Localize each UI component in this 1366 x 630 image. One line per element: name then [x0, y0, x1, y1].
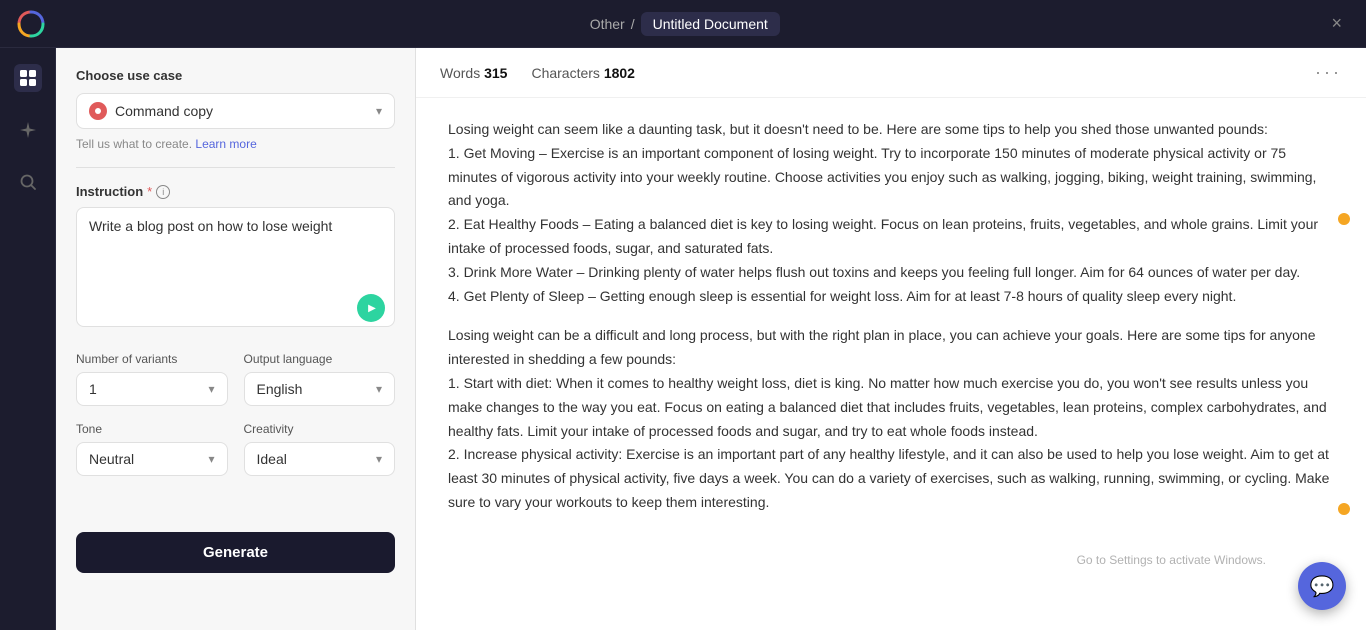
article-paragraph-1: Losing weight can seem like a daunting t… — [448, 118, 1334, 308]
main-layout: Choose use case Command copy ▾ Tell us w… — [0, 48, 1366, 630]
output-language-value: English — [257, 381, 303, 397]
breadcrumb-separator: / — [631, 16, 635, 32]
use-case-value: Command copy — [115, 103, 213, 119]
learn-more-link[interactable]: Learn more — [195, 137, 256, 151]
choose-use-case-label: Choose use case — [76, 68, 395, 83]
sidebar-icon-grid[interactable] — [14, 64, 42, 92]
instruction-info-icon[interactable]: i — [156, 185, 170, 199]
send-button[interactable] — [357, 294, 385, 322]
creativity-label: Creativity — [244, 422, 396, 436]
close-button[interactable]: × — [1323, 9, 1350, 38]
left-panel: Choose use case Command copy ▾ Tell us w… — [56, 48, 416, 630]
characters-label: Characters — [531, 65, 599, 81]
topbar-center: Other / Untitled Document — [590, 12, 780, 36]
topbar-left — [16, 9, 46, 39]
sidebar-icon-search[interactable] — [14, 168, 42, 196]
app-logo — [16, 9, 46, 39]
controls-row-1: Number of variants 1 ▾ Output language E… — [76, 352, 395, 406]
article-paragraph-2: Losing weight can be a difficult and lon… — [448, 324, 1334, 514]
tone-chevron-icon: ▾ — [208, 452, 214, 466]
document-title: Untitled Document — [641, 12, 780, 36]
tone-label: Tone — [76, 422, 228, 436]
creativity-chevron-icon: ▾ — [376, 452, 382, 466]
output-language-label: Output language — [244, 352, 396, 366]
characters-count: 1802 — [604, 65, 635, 81]
words-label: Words — [440, 65, 480, 81]
required-star: * — [147, 184, 152, 199]
orange-dot-2 — [1338, 503, 1350, 515]
variants-select[interactable]: 1 ▾ — [76, 372, 228, 406]
variants-control: Number of variants 1 ▾ — [76, 352, 228, 406]
creativity-value: Ideal — [257, 451, 287, 467]
more-options-button[interactable]: ··· — [1315, 62, 1342, 83]
use-case-chevron-icon: ▾ — [376, 104, 382, 118]
divider-1 — [76, 167, 395, 168]
breadcrumb-other: Other — [590, 16, 625, 32]
article-content: Losing weight can seem like a daunting t… — [416, 98, 1366, 630]
topbar: Other / Untitled Document × — [0, 0, 1366, 48]
output-language-control: Output language English ▾ — [244, 352, 396, 406]
right-content: Words 315 Characters 1802 ··· Losing wei… — [416, 48, 1366, 630]
chat-bubble-button[interactable] — [1298, 562, 1346, 610]
instruction-textarea[interactable] — [76, 207, 395, 327]
variants-value: 1 — [89, 381, 97, 397]
instruction-label: Instruction — [76, 184, 143, 199]
use-case-select-left: Command copy — [89, 102, 213, 120]
windows-watermark: Go to Settings to activate Windows. — [1077, 550, 1266, 570]
tone-control: Tone Neutral ▾ — [76, 422, 228, 476]
icon-sidebar — [0, 48, 56, 630]
variants-label: Number of variants — [76, 352, 228, 366]
tone-select[interactable]: Neutral ▾ — [76, 442, 228, 476]
language-chevron-icon: ▾ — [376, 382, 382, 396]
instruction-row: Instruction * i — [76, 184, 395, 199]
orange-dot-1 — [1338, 213, 1350, 225]
stats-bar: Words 315 Characters 1802 ··· — [416, 48, 1366, 98]
output-language-select[interactable]: English ▾ — [244, 372, 396, 406]
generate-button[interactable]: Generate — [76, 532, 395, 573]
characters-stat: Characters 1802 — [531, 65, 635, 81]
tone-value: Neutral — [89, 451, 134, 467]
creativity-select[interactable]: Ideal ▾ — [244, 442, 396, 476]
controls-row-2: Tone Neutral ▾ Creativity Ideal ▾ — [76, 422, 395, 476]
sidebar-icon-sparkle[interactable] — [14, 116, 42, 144]
words-stat: Words 315 — [440, 65, 507, 81]
use-case-select[interactable]: Command copy ▾ — [76, 93, 395, 129]
textarea-wrapper — [76, 207, 395, 332]
tell-us-text: Tell us what to create. Learn more — [76, 137, 395, 151]
variants-chevron-icon: ▾ — [208, 382, 214, 396]
words-count: 315 — [484, 65, 507, 81]
topbar-right: × — [1323, 9, 1350, 38]
creativity-control: Creativity Ideal ▾ — [244, 422, 396, 476]
use-case-icon — [89, 102, 107, 120]
